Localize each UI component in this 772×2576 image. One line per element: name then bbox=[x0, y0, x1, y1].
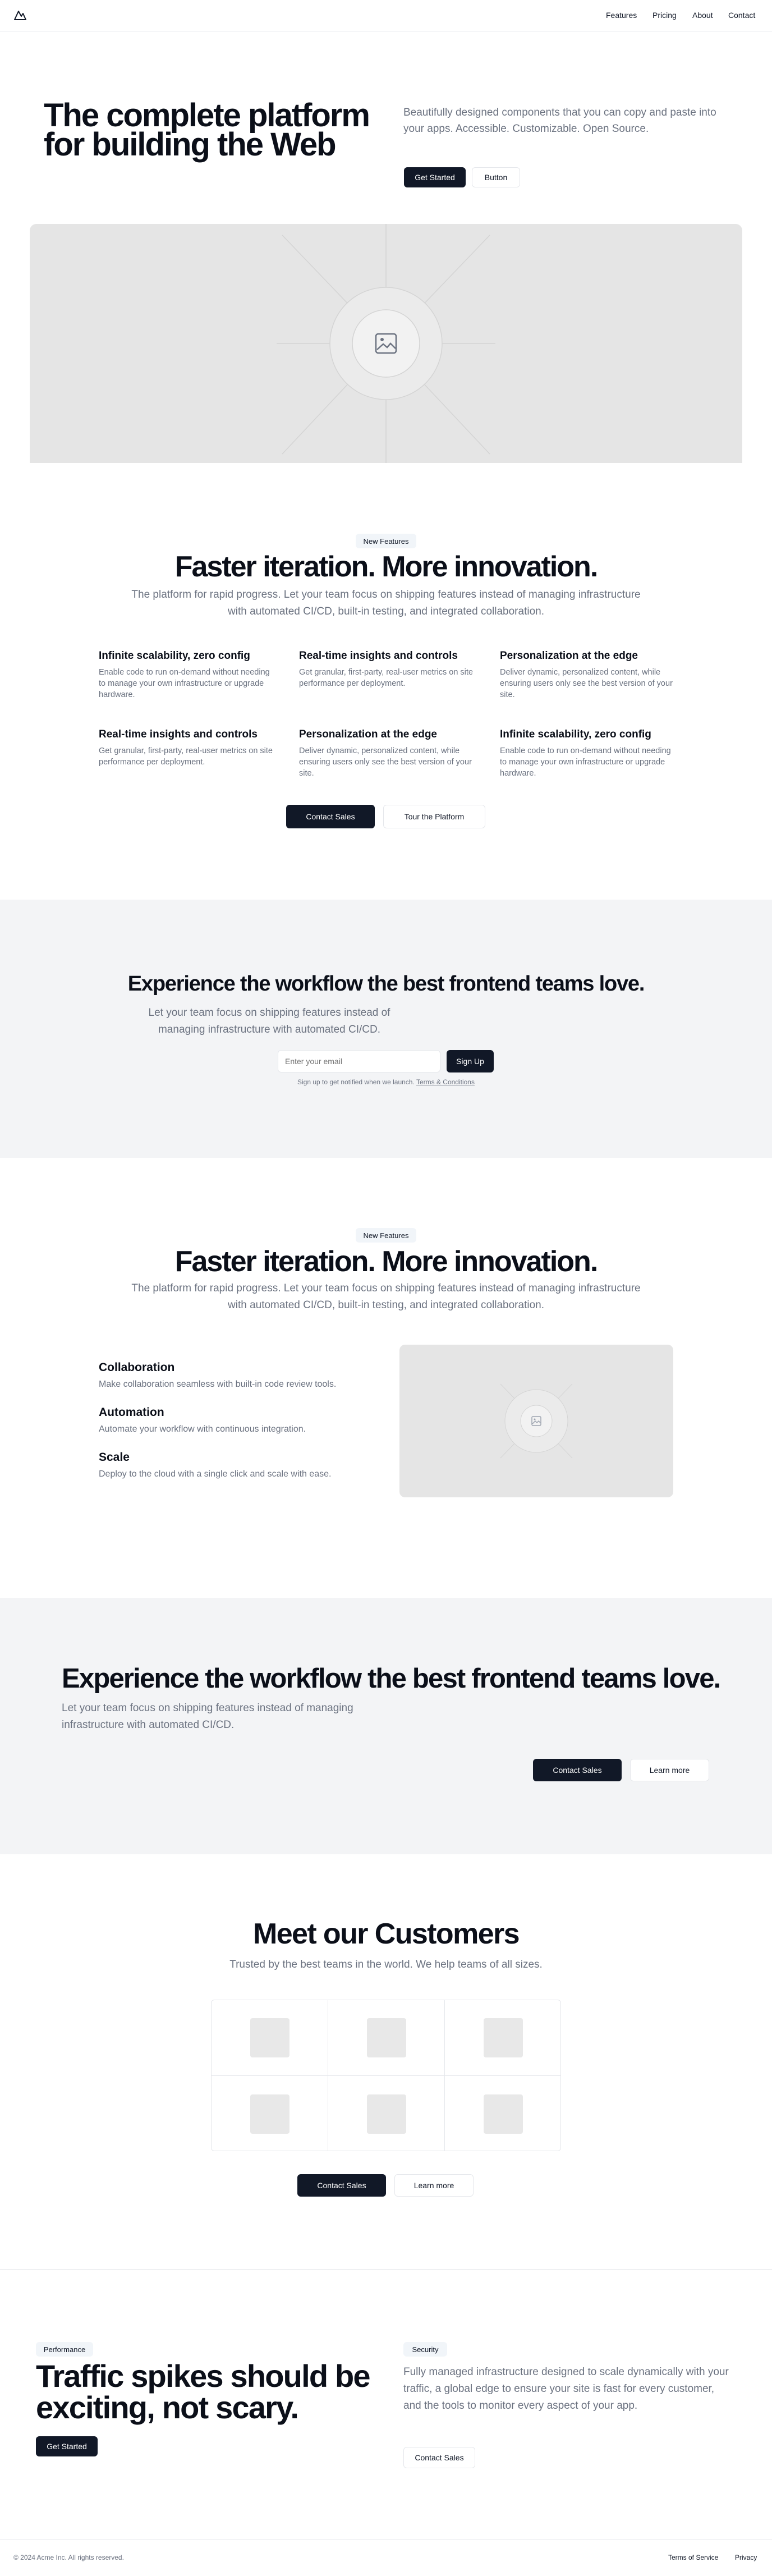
hero-description: Beautifully designed components that you… bbox=[403, 107, 716, 135]
feature-list-item: Automation Automate your workflow with c… bbox=[99, 1406, 368, 1435]
section-divider bbox=[0, 2269, 772, 2270]
contact-sales-button[interactable]: Contact Sales bbox=[286, 805, 375, 828]
signup-note-text: Sign up to get notified when we launch. bbox=[297, 1078, 415, 1086]
nav-link-about[interactable]: About bbox=[692, 11, 713, 20]
get-started-button[interactable]: Get Started bbox=[36, 2436, 98, 2456]
nav-link-features[interactable]: Features bbox=[606, 11, 637, 20]
signup-section: Experience the workflow the best fronten… bbox=[0, 900, 772, 1158]
customers-title: Meet our Customers bbox=[253, 1918, 520, 1950]
footer-link-terms[interactable]: Terms of Service bbox=[668, 2554, 718, 2561]
traffic-description: Fully managed infrastructure designed to… bbox=[403, 2366, 729, 2412]
hero-title-line2: for building the Web bbox=[44, 126, 337, 163]
feature-item: Infinite scalability, zero config Enable… bbox=[99, 650, 278, 700]
mountain-logo-icon[interactable] bbox=[13, 10, 27, 21]
feature-title: Real-time insights and controls bbox=[99, 728, 258, 740]
contact-sales-button[interactable]: Contact Sales bbox=[403, 2447, 475, 2468]
feature-desc: Deliver dynamic, personalized content, w… bbox=[500, 668, 673, 699]
new-features-badge: New Features bbox=[356, 1228, 416, 1243]
feature-title: Personalization at the edge bbox=[299, 728, 437, 740]
cta-title: Experience the workflow the best fronten… bbox=[62, 1663, 721, 1694]
traffic-title-line2: exciting, not scary. bbox=[36, 2390, 299, 2425]
tour-platform-button[interactable]: Tour the Platform bbox=[383, 805, 485, 828]
sign-up-button[interactable]: Sign Up bbox=[447, 1050, 494, 1072]
features2-subtitle: The platform for rapid progress. Let you… bbox=[131, 1282, 641, 1311]
feature-desc: Make collaboration seamless with built-i… bbox=[99, 1379, 337, 1389]
image-placeholder-icon bbox=[531, 1416, 541, 1426]
customer-logo-cell bbox=[445, 2000, 560, 2076]
secondary-button[interactable]: Button bbox=[472, 167, 520, 187]
feature-title: Infinite scalability, zero config bbox=[99, 650, 250, 662]
feature-desc: Enable code to run on-demand without nee… bbox=[99, 668, 270, 699]
footer-link-privacy[interactable]: Privacy bbox=[735, 2554, 757, 2561]
customer-logo-cell bbox=[445, 2076, 560, 2151]
signup-note: Sign up to get notified when we launch. … bbox=[0, 1078, 772, 1086]
contact-sales-button[interactable]: Contact Sales bbox=[533, 1759, 622, 1781]
nav-link-pricing[interactable]: Pricing bbox=[652, 11, 677, 20]
traffic-title-line1: Traffic spikes should be bbox=[36, 2358, 371, 2394]
feature-image-placeholder bbox=[399, 1345, 673, 1497]
copyright-text: © 2024 Acme Inc. All rights reserved. bbox=[13, 2554, 124, 2561]
feature-list-item: Scale Deploy to the cloud with a single … bbox=[99, 1451, 368, 1480]
customers-subtitle: Trusted by the best teams in the world. … bbox=[229, 1959, 543, 1970]
customer-logo-cell bbox=[328, 2076, 445, 2151]
feature-desc: Deliver dynamic, personalized content, w… bbox=[299, 746, 472, 778]
feature-title: Personalization at the edge bbox=[500, 650, 638, 662]
performance-badge: Performance bbox=[36, 2342, 93, 2357]
top-nav: Features Pricing About Contact bbox=[0, 0, 772, 31]
signup-title: Experience the workflow the best fronten… bbox=[127, 972, 645, 996]
customer-logo bbox=[250, 2094, 290, 2134]
hero-title: The complete platform for building the W… bbox=[44, 99, 392, 161]
new-features-badge: New Features bbox=[356, 534, 416, 548]
customer-logo bbox=[484, 2018, 523, 2057]
customer-logo-cell bbox=[212, 2076, 328, 2151]
feature-title: Collaboration bbox=[99, 1361, 175, 1374]
feature-title: Infinite scalability, zero config bbox=[500, 728, 651, 740]
feature-item: Real-time insights and controls Get gran… bbox=[99, 728, 278, 768]
email-input[interactable] bbox=[278, 1050, 440, 1072]
traffic-title: Traffic spikes should be exciting, not s… bbox=[36, 2360, 384, 2423]
learn-more-button[interactable]: Learn more bbox=[630, 1759, 709, 1781]
signup-subtitle: Let your team focus on shipping features… bbox=[148, 1007, 390, 1035]
customer-logo-grid bbox=[211, 2000, 561, 2151]
customer-logo bbox=[366, 2018, 406, 2057]
feature-desc: Enable code to run on-demand without nee… bbox=[500, 746, 671, 778]
feature-item: Real-time insights and controls Get gran… bbox=[299, 650, 479, 689]
cta-section: Experience the workflow the best fronten… bbox=[0, 1598, 772, 1854]
customer-logo bbox=[366, 2094, 406, 2134]
feature-title: Automation bbox=[99, 1406, 164, 1419]
feature-desc: Get granular, first-party, real-user met… bbox=[299, 668, 473, 688]
learn-more-button[interactable]: Learn more bbox=[394, 2174, 474, 2197]
contact-sales-button[interactable]: Contact Sales bbox=[297, 2174, 386, 2197]
hero-image-placeholder bbox=[30, 224, 742, 463]
image-placeholder-icon bbox=[375, 333, 397, 354]
feature-list-item: Collaboration Make collaboration seamles… bbox=[99, 1361, 368, 1390]
feature-item: Personalization at the edge Deliver dyna… bbox=[500, 650, 674, 700]
feature-item: Infinite scalability, zero config Enable… bbox=[500, 728, 674, 779]
feature-item: Personalization at the edge Deliver dyna… bbox=[299, 728, 479, 779]
cta-subtitle: Let your team focus on shipping features… bbox=[62, 1702, 353, 1731]
customer-logo bbox=[484, 2094, 523, 2134]
feature-title: Scale bbox=[99, 1451, 130, 1464]
features-title: Faster iteration. More innovation. bbox=[174, 551, 599, 583]
features-subtitle: The platform for rapid progress. Let you… bbox=[131, 589, 641, 617]
customer-logo bbox=[250, 2018, 290, 2057]
footer: © 2024 Acme Inc. All rights reserved. Te… bbox=[0, 2540, 772, 2576]
get-started-button[interactable]: Get Started bbox=[404, 167, 466, 187]
feature-title: Real-time insights and controls bbox=[299, 650, 458, 662]
features2-title: Faster iteration. More innovation. bbox=[174, 1245, 599, 1278]
terms-link[interactable]: Terms & Conditions bbox=[416, 1078, 475, 1086]
customer-logo-cell bbox=[212, 2000, 328, 2076]
customer-logo-cell bbox=[328, 2000, 445, 2076]
feature-desc: Automate your workflow with continuous i… bbox=[99, 1424, 306, 1434]
nav-link-contact[interactable]: Contact bbox=[728, 11, 755, 20]
feature-desc: Deploy to the cloud with a single click … bbox=[99, 1469, 332, 1479]
feature-desc: Get granular, first-party, real-user met… bbox=[99, 746, 273, 767]
security-badge: Security bbox=[403, 2342, 447, 2357]
